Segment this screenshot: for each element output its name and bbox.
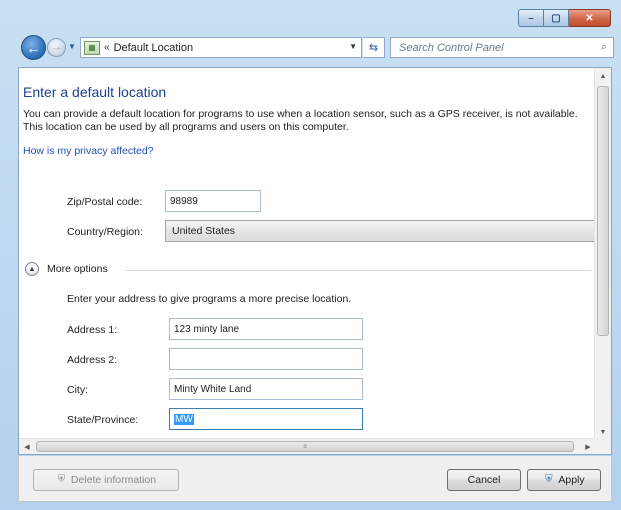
country-select[interactable]: United States xyxy=(165,220,595,242)
more-options-label[interactable]: More options xyxy=(47,263,108,275)
breadcrumb-prefix[interactable]: « xyxy=(104,42,110,53)
refresh-icon[interactable]: ⇆ xyxy=(363,37,385,58)
state-selected-text: MW xyxy=(174,413,194,425)
button-bar: ⛨ Delete information Cancel ⛨ Apply xyxy=(18,456,612,502)
zip-label: Zip/Postal code: xyxy=(67,196,143,208)
minimize-button[interactable]: – xyxy=(518,9,544,27)
search-icon[interactable]: ⌕ xyxy=(595,41,613,54)
navigation-bar: ← → ▼ ▦ « Default Location ▼ ⇆ Search Co… xyxy=(18,34,615,62)
vertical-scrollbar[interactable]: ▲ ▼ xyxy=(594,68,611,440)
scrollbar-corner xyxy=(594,438,611,454)
country-label: Country/Region: xyxy=(67,226,143,238)
shield-icon: ⛨ xyxy=(545,474,553,485)
close-button[interactable]: ✕ xyxy=(569,9,611,27)
horizontal-scroll-thumb[interactable]: ≡ xyxy=(36,441,574,452)
address-dropdown-icon[interactable]: ▼ xyxy=(349,42,357,51)
apply-label: Apply xyxy=(558,474,585,486)
zip-field[interactable]: 98989 xyxy=(165,190,261,212)
delete-information-button[interactable]: ⛨ Delete information xyxy=(33,469,179,491)
control-panel-icon: ▦ xyxy=(84,40,100,55)
caption-buttons: – ▢ ✕ xyxy=(518,9,611,27)
search-box[interactable]: Search Control Panel ⌕ xyxy=(390,37,614,58)
address2-label: Address 2: xyxy=(67,354,118,366)
collapse-chevron-icon[interactable]: ▲ xyxy=(25,262,39,276)
breadcrumb-default-location[interactable]: Default Location xyxy=(114,42,194,54)
address2-field[interactable] xyxy=(169,348,363,370)
maximize-button[interactable]: ▢ xyxy=(544,9,569,27)
address1-field[interactable]: 123 minty lane xyxy=(169,318,363,340)
address1-label: Address 1: xyxy=(67,324,118,336)
intro-text: You can provide a default location for p… xyxy=(23,108,578,133)
city-field[interactable]: Minty White Land xyxy=(169,378,363,400)
section-divider xyxy=(125,270,591,271)
address-hint: Enter your address to give programs a mo… xyxy=(67,293,352,305)
history-dropdown-icon[interactable]: ▼ xyxy=(68,42,76,51)
city-label: City: xyxy=(67,384,88,396)
scroll-left-icon[interactable]: ◀ xyxy=(19,439,35,454)
delete-information-label: Delete information xyxy=(70,474,157,486)
search-input[interactable]: Search Control Panel xyxy=(399,42,595,54)
state-field[interactable]: MW xyxy=(169,408,363,430)
page-title: Enter a default location xyxy=(23,84,167,100)
forward-arrow-icon[interactable]: → xyxy=(47,38,66,57)
content-pane: Enter a default location You can provide… xyxy=(18,67,612,455)
shield-icon: ⛨ xyxy=(57,474,66,485)
scroll-up-icon[interactable]: ▲ xyxy=(595,68,611,84)
cancel-button[interactable]: Cancel xyxy=(447,469,521,491)
address-bar[interactable]: ▦ « Default Location ▼ xyxy=(80,37,362,58)
privacy-link[interactable]: How is my privacy affected? xyxy=(23,145,154,157)
apply-button[interactable]: ⛨ Apply xyxy=(527,469,601,491)
state-label: State/Province: xyxy=(67,414,139,426)
back-arrow-icon[interactable]: ← xyxy=(21,35,46,60)
horizontal-scrollbar[interactable]: ◀ ≡ ▶ xyxy=(19,438,596,454)
vertical-scroll-thumb[interactable] xyxy=(597,86,609,336)
